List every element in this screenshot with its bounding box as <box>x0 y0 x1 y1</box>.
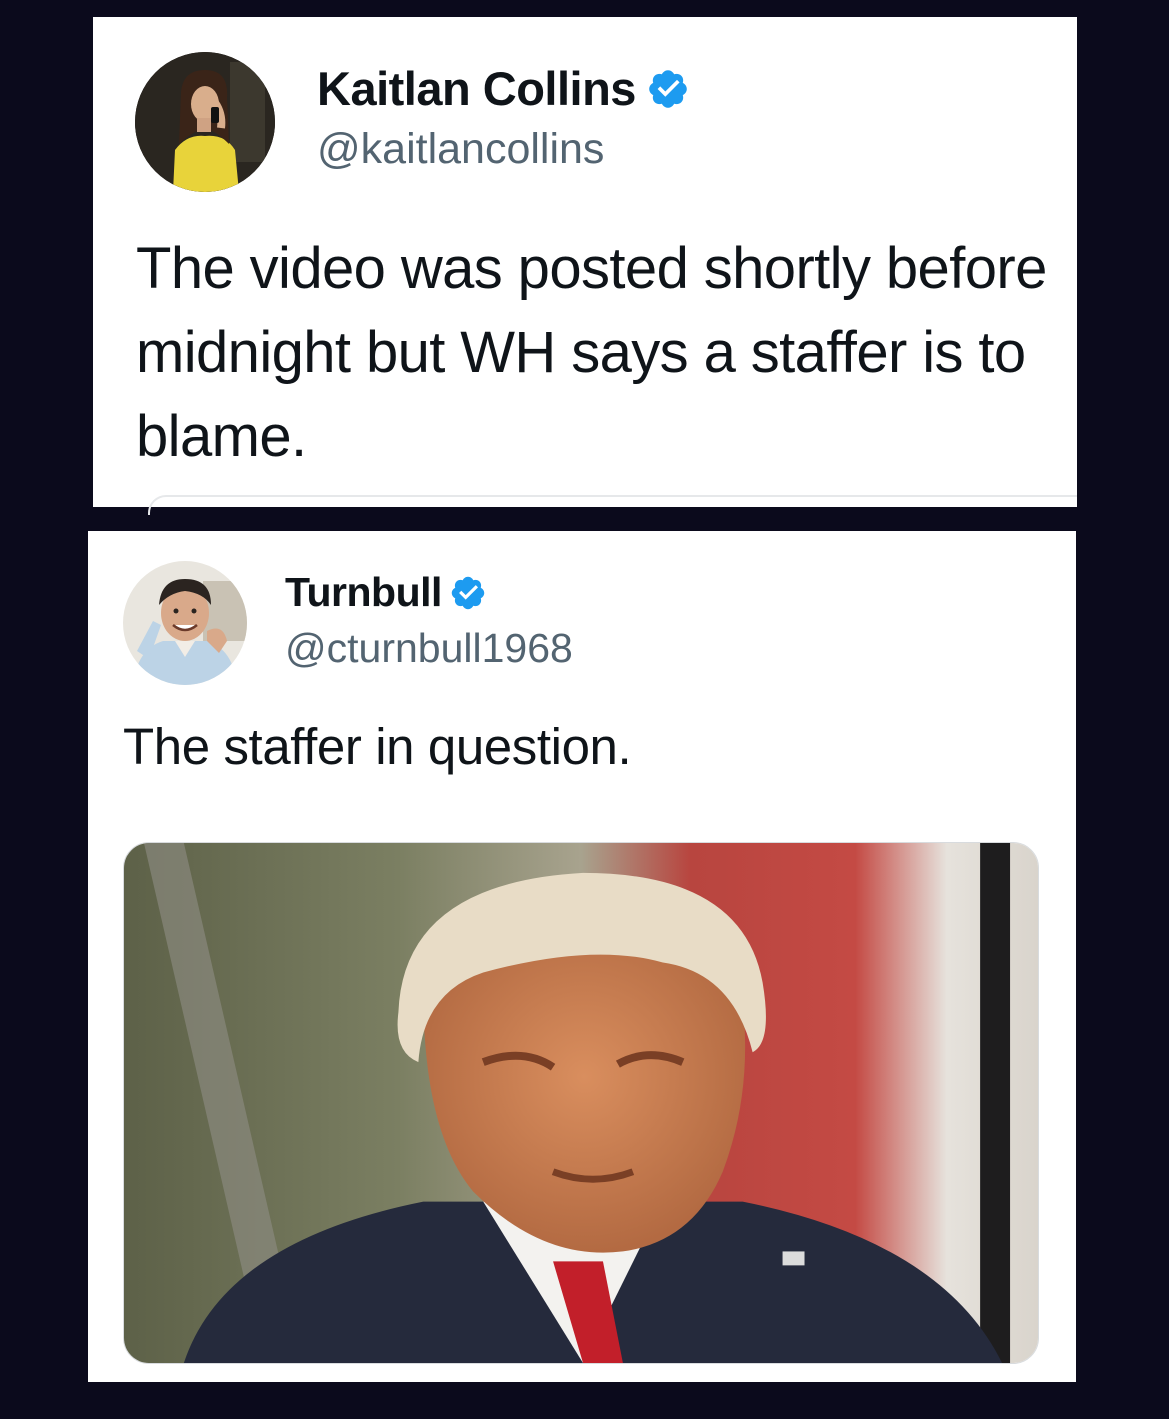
tweet-card[interactable]: Turnbull @cturnbull1968 The staffer in q… <box>88 531 1076 1382</box>
avatar[interactable] <box>135 52 275 192</box>
author-row[interactable]: Kaitlan Collins <box>317 61 690 116</box>
display-name[interactable]: Turnbull <box>285 569 442 616</box>
cartoon-portrait-avatar <box>123 561 247 685</box>
tweet-text: The staffer in question. <box>123 718 632 775</box>
display-name[interactable]: Kaitlan Collins <box>317 61 636 116</box>
tweet-text: The video was posted shortly before midn… <box>136 236 1047 469</box>
verified-badge-icon <box>449 574 487 612</box>
verified-badge-icon <box>646 67 690 111</box>
avatar[interactable] <box>123 561 247 685</box>
author-row[interactable]: Turnbull <box>285 569 487 616</box>
profile-photo-avatar <box>135 52 275 192</box>
user-handle[interactable]: @kaitlancollins <box>317 125 604 174</box>
tweet-media-photo[interactable] <box>123 842 1039 1364</box>
quoted-tweet-card[interactable]: Kaitlan Collins @kaitlancollins The vide… <box>93 17 1077 515</box>
attached-photo <box>124 843 1038 1363</box>
user-handle[interactable]: @cturnbull1968 <box>285 625 573 672</box>
link-preview-card-edge[interactable] <box>148 495 1077 515</box>
